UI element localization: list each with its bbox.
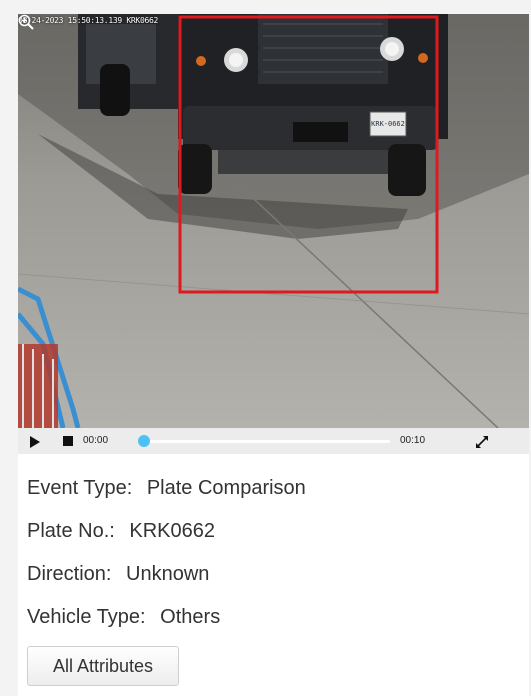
timestamp-overlay: 08-24-2023 15:50:13.139 KRK0662 [18, 16, 159, 25]
direction-row: Direction: Unknown [27, 560, 306, 603]
direction-value: Unknown [126, 563, 210, 585]
event-type-label: Event Type: [27, 477, 133, 499]
vehicle-type-row: Vehicle Type: Others [27, 603, 306, 646]
vehicle-type-value: Others [160, 606, 221, 628]
all-attributes-button[interactable]: All Attributes [27, 646, 179, 686]
plate-no-row: Plate No.: KRK0662 [27, 517, 306, 560]
progress-track[interactable] [144, 440, 390, 443]
vehicle-type-label: Vehicle Type: [27, 606, 146, 628]
event-detail-panel: 08-24-2023 15:50:13.139 KRK0662 KRK-0662… [18, 14, 529, 696]
player-controls: 00:00 00:10 [18, 428, 529, 454]
event-type-row: Event Type: Plate Comparison [27, 474, 306, 517]
fullscreen-icon[interactable] [474, 434, 490, 450]
video-frame[interactable]: 08-24-2023 15:50:13.139 KRK0662 KRK-0662 [18, 14, 529, 428]
zoom-in-icon[interactable] [18, 14, 34, 30]
plate-on-vehicle: KRK-0662 [371, 120, 405, 128]
plate-no-value: KRK0662 [129, 520, 216, 542]
direction-label: Direction: [27, 563, 112, 585]
play-icon[interactable] [30, 436, 40, 448]
event-details: Event Type: Plate Comparison Plate No.: … [27, 474, 306, 646]
current-time: 00:00 [83, 435, 109, 446]
total-time: 00:10 [400, 435, 426, 446]
event-type-value: Plate Comparison [146, 477, 306, 499]
stop-icon[interactable] [63, 436, 73, 446]
plate-no-label: Plate No.: [27, 520, 115, 542]
video-scene [18, 14, 529, 428]
progress-thumb[interactable] [138, 435, 150, 447]
